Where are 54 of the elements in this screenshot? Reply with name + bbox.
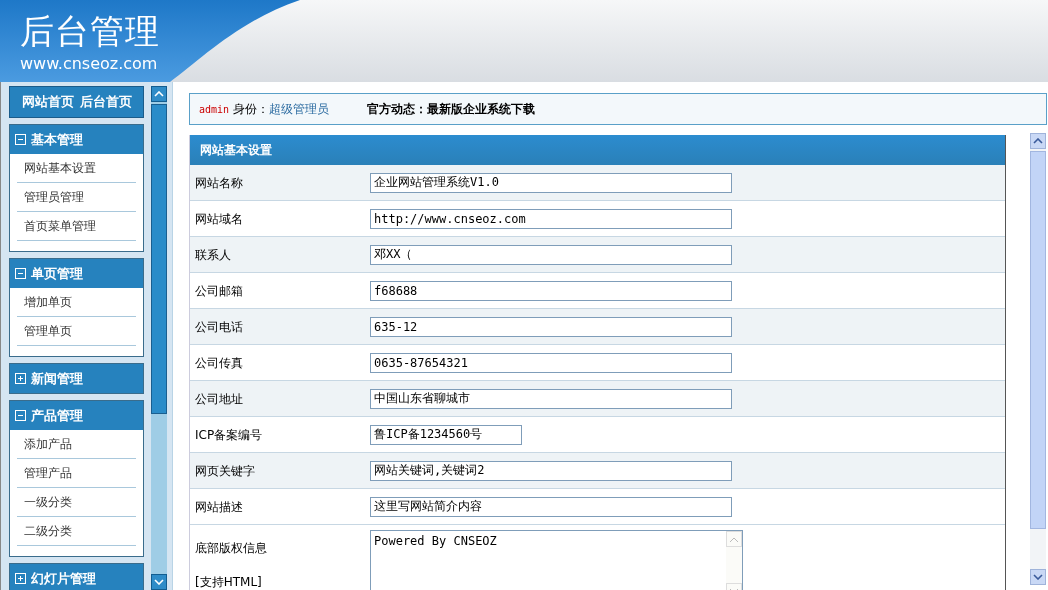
scrollbar[interactable] bbox=[1030, 133, 1046, 585]
field-label: ICP备案编号 bbox=[195, 426, 264, 443]
menu-item[interactable]: 二级分类 bbox=[17, 517, 136, 546]
menu-section-header[interactable]: 基本管理 bbox=[10, 125, 143, 154]
field-label: 底部版权信息 bbox=[195, 540, 268, 556]
menu-item[interactable]: 管理产品 bbox=[17, 459, 136, 488]
menu-item[interactable]: 一级分类 bbox=[17, 488, 136, 517]
username: admin bbox=[199, 103, 230, 115]
role-name[interactable]: 超级管理员 bbox=[269, 100, 330, 118]
news-text[interactable]: 官方动态：最新版企业系统下载 bbox=[367, 100, 536, 118]
collapse-icon[interactable] bbox=[15, 134, 26, 145]
site-url: www.cnseoz.com bbox=[20, 54, 159, 74]
collapse-icon[interactable] bbox=[15, 268, 26, 279]
input-field[interactable]: 0635-87654321 bbox=[370, 352, 732, 373]
scrollbar[interactable] bbox=[151, 86, 167, 590]
input-field[interactable]: f68688 bbox=[370, 280, 732, 301]
menu-section-header[interactable]: 产品管理 bbox=[10, 401, 143, 430]
field-label: 公司电话 bbox=[195, 318, 244, 335]
field-label: 网页关键字 bbox=[195, 462, 256, 479]
nav-link[interactable]: 网站首页 bbox=[21, 93, 74, 111]
field-label: 网站名称 bbox=[195, 174, 244, 191]
input-field[interactable]: 邓XX（ bbox=[370, 244, 732, 265]
field-label: 公司传真 bbox=[195, 354, 244, 371]
input-field[interactable]: 鲁ICP备1234560号 bbox=[370, 424, 522, 445]
menu-section-header[interactable]: 幻灯片管理 bbox=[10, 564, 143, 590]
input-field[interactable]: 网站关键词,关键词2 bbox=[370, 460, 732, 481]
input-field[interactable]: 中国山东省聊城市 bbox=[370, 388, 732, 409]
collapse-icon[interactable] bbox=[15, 410, 26, 421]
input-field[interactable]: 635-12 bbox=[370, 316, 732, 337]
menu-item[interactable]: 首页菜单管理 bbox=[17, 212, 136, 241]
menu-item[interactable]: 增加单页 bbox=[17, 288, 136, 317]
panel-header: 网站基本设置 bbox=[190, 135, 1005, 165]
menu-section-header[interactable]: 新闻管理 bbox=[10, 364, 143, 393]
site-title: 后台管理 bbox=[20, 10, 161, 52]
field-label: 网站描述 bbox=[195, 498, 244, 515]
menu-item[interactable]: 管理单页 bbox=[17, 317, 136, 346]
input-field[interactable]: http://www.cnseoz.com bbox=[370, 208, 732, 229]
menu-item[interactable]: 管理员管理 bbox=[17, 183, 136, 212]
nav-link[interactable]: 后台首页 bbox=[79, 93, 132, 111]
expand-icon[interactable] bbox=[15, 373, 26, 384]
field-label: 联系人 bbox=[195, 246, 232, 263]
field-label: 网站域名 bbox=[195, 210, 244, 227]
field-label: 公司邮箱 bbox=[195, 282, 244, 299]
role-label: 身份： bbox=[233, 100, 270, 118]
field-note: [支持HTML] bbox=[195, 574, 263, 590]
input-field[interactable]: 这里写网站简介内容 bbox=[370, 496, 732, 517]
scrollbar-thumb[interactable] bbox=[1030, 151, 1046, 529]
menu-item[interactable]: 网站基本设置 bbox=[17, 154, 136, 183]
field-label: 公司地址 bbox=[195, 390, 244, 407]
scrollbar-thumb[interactable] bbox=[151, 104, 167, 414]
input-field[interactable]: 企业网站管理系统V1.0 bbox=[370, 172, 732, 193]
menu-item[interactable]: 添加产品 bbox=[17, 430, 136, 459]
expand-icon[interactable] bbox=[15, 573, 26, 584]
menu-section-header[interactable]: 单页管理 bbox=[10, 259, 143, 288]
